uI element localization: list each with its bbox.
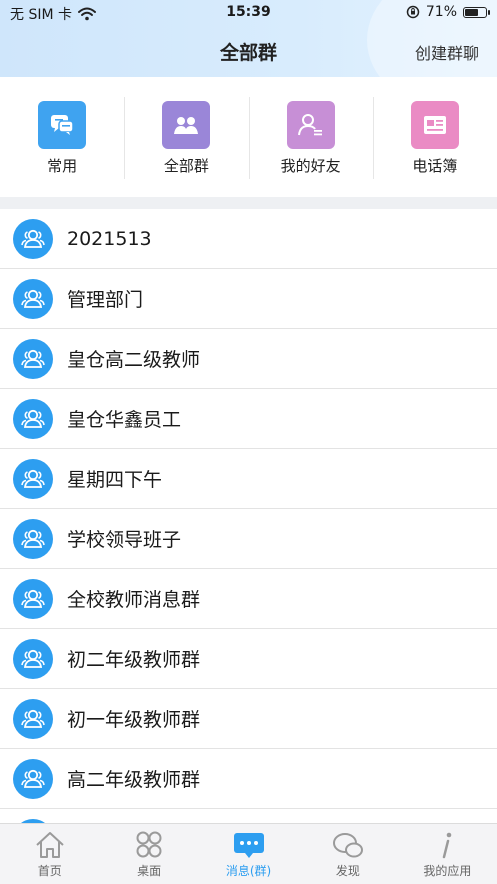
quick-item-label: 常用 — [47, 157, 78, 175]
group-avatar-icon — [21, 469, 45, 488]
group-name: 皇仓华鑫员工 — [67, 409, 182, 431]
group-list-item[interactable]: 皇仓华鑫员工 — [0, 389, 497, 449]
quick-item-friends[interactable]: 我的好友 — [248, 77, 373, 197]
quick-menu: 常用 全部群 我的好友 电话簿 — [0, 77, 497, 197]
battery-percent: 71% — [425, 4, 457, 20]
info-icon — [443, 832, 452, 859]
friend-icon — [286, 101, 335, 149]
tab-bar: 首页 桌面 消息(群) 发现 我的应用 — [0, 823, 497, 884]
group-name: 管理部门 — [67, 289, 144, 311]
tab-label: 消息(群) — [225, 864, 272, 878]
tab-messages[interactable]: 消息(群) — [199, 824, 298, 884]
desktop-grid-icon — [136, 831, 162, 858]
group-name: 初一年级教师群 — [67, 709, 201, 731]
avatar — [13, 578, 53, 619]
chat-bubbles-icon — [38, 101, 87, 149]
group-name: 初二年级教师群 — [67, 649, 201, 671]
group-avatar-icon — [21, 529, 45, 548]
group-avatar-icon — [21, 589, 45, 608]
quick-item-label: 电话簿 — [412, 157, 458, 175]
tab-home[interactable]: 首页 — [0, 824, 99, 884]
group-name: 星期四下午 — [67, 469, 163, 491]
rotation-lock-icon — [406, 5, 420, 19]
group-list-item[interactable]: 初一年级教师群 — [0, 689, 497, 749]
group-list-item[interactable]: 皇仓高二级教师 — [0, 329, 497, 389]
tab-label: 我的应用 — [423, 864, 472, 878]
group-list-item[interactable] — [0, 809, 497, 823]
group-list-item[interactable]: 管理部门 — [0, 269, 497, 329]
group-avatar-icon — [21, 769, 45, 788]
avatar — [13, 398, 53, 439]
group-avatar-icon — [21, 349, 45, 368]
avatar — [13, 698, 53, 739]
group-avatar-icon — [21, 409, 45, 428]
group-name: 全校教师消息群 — [67, 589, 201, 611]
quick-item-label: 我的好友 — [280, 157, 341, 175]
group-name: 学校领导班子 — [67, 529, 182, 551]
group-avatar-icon — [21, 649, 45, 668]
status-bar: 无 SIM 卡 15:39 71% — [0, 0, 497, 26]
message-icon — [233, 833, 264, 858]
quick-item-frequent[interactable]: 常用 — [0, 77, 124, 197]
quick-item-all-groups[interactable]: 全部群 — [124, 77, 248, 197]
discover-icon — [332, 833, 363, 858]
avatar — [13, 518, 53, 559]
avatar — [13, 218, 53, 259]
group-list-item[interactable]: 高二年级教师群 — [0, 749, 497, 809]
group-avatar-icon — [21, 229, 45, 248]
group-name: 2021513 — [67, 227, 152, 250]
phonebook-icon — [410, 101, 459, 149]
group-name: 皇仓高二级教师 — [67, 349, 201, 371]
group-avatar-icon — [21, 709, 45, 728]
group-list: 2021513 管理部门皇仓高二级教师 皇仓华鑫员工 星期四下午学校领导班子 全校教师消… — [0, 209, 497, 823]
tab-label: 发现 — [335, 864, 360, 878]
tab-desktop[interactable]: 桌面 — [99, 824, 198, 884]
battery-icon — [463, 6, 490, 18]
quick-item-label: 全部群 — [163, 157, 209, 175]
header: 无 SIM 卡 15:39 71% 全部群 创建群聊 — [0, 0, 497, 77]
group-list-item[interactable]: 2021513 — [0, 209, 497, 269]
avatar — [13, 758, 53, 799]
home-icon — [36, 832, 64, 858]
tab-label: 首页 — [37, 864, 62, 878]
create-group-button[interactable]: 创建群聊 — [415, 40, 479, 64]
group-list-item[interactable]: 学校领导班子 — [0, 509, 497, 569]
group-avatar-icon — [21, 289, 45, 308]
tab-my-apps[interactable]: 我的应用 — [398, 824, 497, 884]
group-list-item[interactable]: 全校教师消息群 — [0, 569, 497, 629]
group-name: 高二年级教师群 — [67, 769, 201, 791]
tab-discover[interactable]: 发现 — [298, 824, 397, 884]
group-list-item[interactable]: 初二年级教师群 — [0, 629, 497, 689]
quick-item-phonebook[interactable]: 电话簿 — [372, 77, 497, 197]
avatar — [13, 278, 53, 319]
avatar — [13, 458, 53, 499]
group-icon — [162, 101, 211, 149]
avatar — [13, 338, 53, 379]
tab-label: 桌面 — [137, 864, 162, 878]
avatar — [13, 638, 53, 679]
group-list-item[interactable]: 星期四下午 — [0, 449, 497, 509]
